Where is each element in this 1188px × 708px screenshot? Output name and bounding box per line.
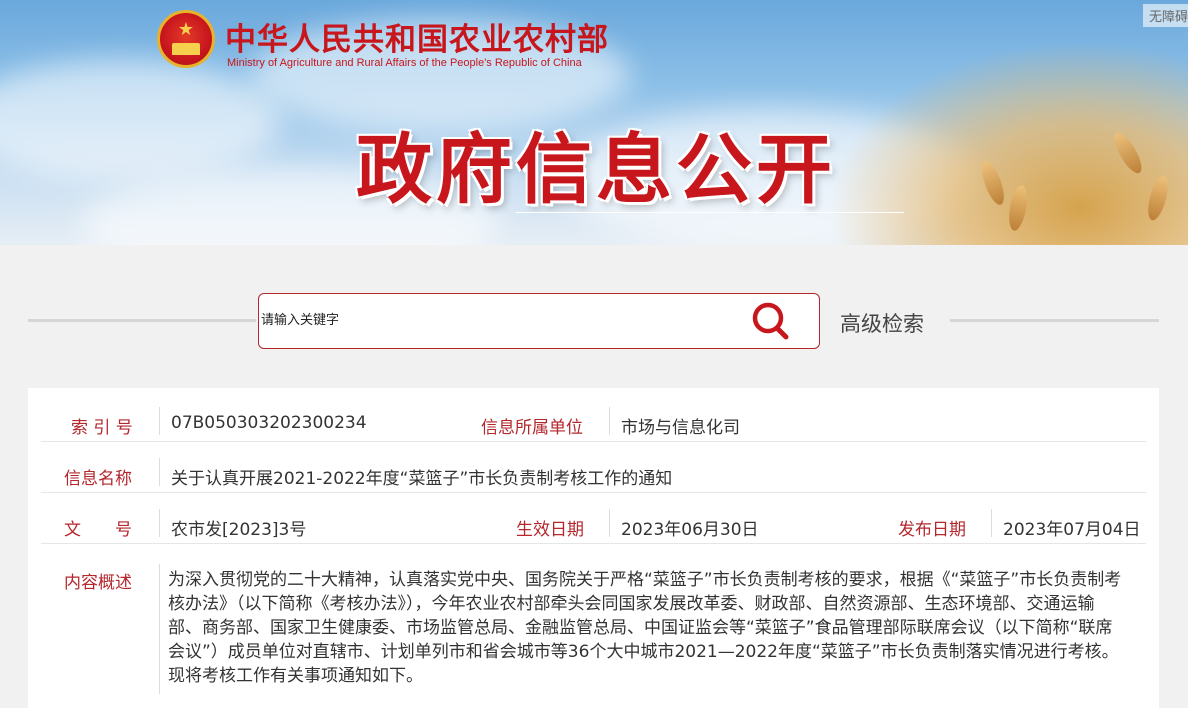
national-emblem-icon[interactable]: ★ (157, 10, 215, 68)
search-divider-left (28, 319, 256, 322)
search-input[interactable] (259, 294, 741, 347)
publish-date-label: 发布日期 (898, 520, 966, 540)
row-divider (159, 458, 160, 486)
doc-number-label: 文 号 (64, 520, 132, 540)
row-divider (159, 509, 160, 537)
index-value: 07B050303202300234 (171, 413, 367, 433)
advanced-search-link[interactable]: 高级检索 (840, 308, 924, 338)
summary-label: 内容概述 (64, 573, 132, 593)
doc-number-value: 农市发[2023]3号 (171, 520, 307, 540)
info-row-name: 信息名称 关于认真开展2021-2022年度“菜篮子”市长负责制考核工作的通知 (41, 458, 1146, 493)
publish-date-value: 2023年07月04日 (1003, 520, 1141, 540)
name-value: 关于认真开展2021-2022年度“菜篮子”市长负责制考核工作的通知 (171, 469, 673, 489)
search-button[interactable] (749, 300, 793, 342)
summary-text: 为深入贯彻党的二十大精神，认真落实党中央、国务院关于严格“菜篮子”市长负责制考核… (168, 570, 1122, 686)
row-divider (159, 564, 160, 694)
ministry-name-en[interactable]: Ministry of Agriculture and Rural Affair… (227, 57, 582, 69)
effective-date-value: 2023年06月30日 (621, 520, 759, 540)
index-label: 索 引 号 (71, 418, 133, 438)
unit-value: 市场与信息化司 (621, 418, 740, 438)
name-label: 信息名称 (64, 469, 132, 489)
ministry-name-cn[interactable]: 中华人民共和国农业农村部 (225, 14, 609, 59)
banner-title: 政府信息公开 (356, 125, 836, 214)
banner-title-rule (516, 212, 904, 213)
unit-label: 信息所属单位 (481, 418, 583, 438)
search-icon (752, 302, 789, 340)
search-box (258, 293, 820, 349)
row-divider (991, 509, 992, 537)
banner-wheat (828, 40, 1188, 245)
row-divider (159, 407, 160, 435)
info-row-index: 索 引 号 07B050303202300234 信息所属单位 市场与信息化司 (41, 407, 1146, 442)
search-divider-right (950, 319, 1159, 322)
accessibility-link[interactable]: 无障碍 (1142, 4, 1188, 27)
effective-date-label: 生效日期 (516, 520, 584, 540)
banner-cloud (0, 60, 280, 180)
info-row-doc: 文 号 农市发[2023]3号 生效日期 2023年06月30日 发布日期 20… (41, 509, 1146, 544)
page-banner: ★ 中华人民共和国农业农村部 Ministry of Agriculture a… (0, 0, 1188, 245)
row-divider (609, 509, 610, 537)
row-divider (609, 407, 610, 435)
document-info-card: 索 引 号 07B050303202300234 信息所属单位 市场与信息化司 … (28, 388, 1159, 708)
